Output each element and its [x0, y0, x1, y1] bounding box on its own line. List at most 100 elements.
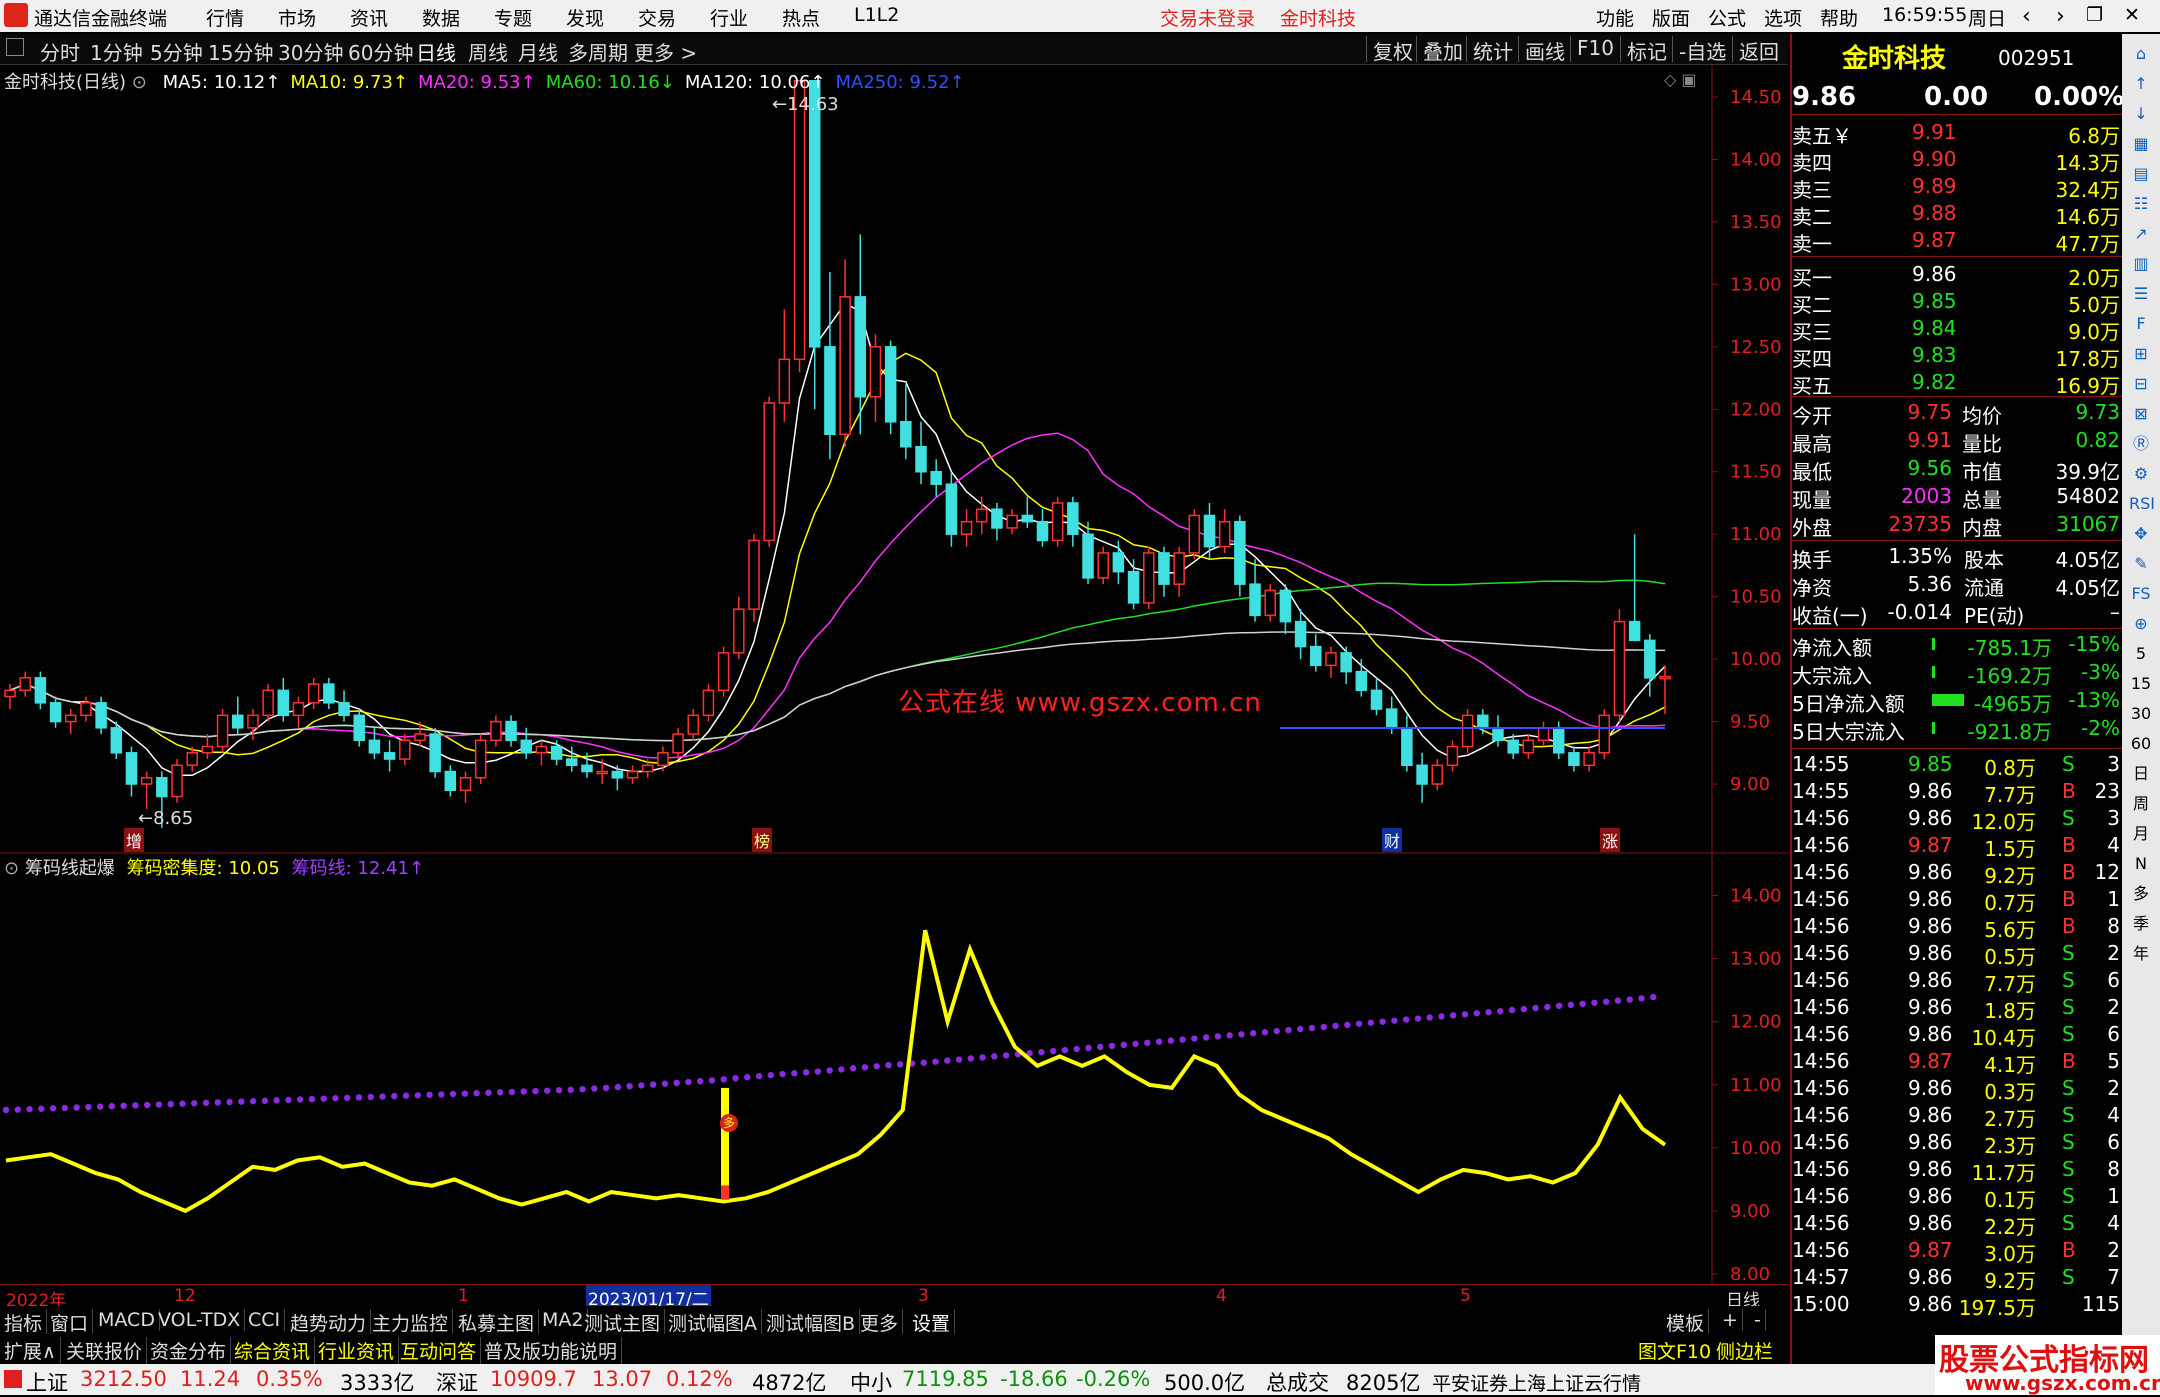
- candle[interactable]: [1552, 727, 1565, 754]
- indicator-subchart[interactable]: 14.00 13.00 12.00 11.00 10.00 9.00 8.00: [0, 854, 1788, 1284]
- menu-item-hangye[interactable]: 行业: [710, 4, 748, 31]
- tool-fuquan[interactable]: 复权: [1366, 36, 1419, 64]
- candle[interactable]: [247, 714, 259, 729]
- candle[interactable]: [201, 745, 214, 754]
- candle[interactable]: [930, 470, 942, 485]
- candle[interactable]: [611, 770, 624, 779]
- candle[interactable]: [216, 714, 229, 748]
- candle[interactable]: [596, 770, 608, 775]
- candle[interactable]: [1112, 552, 1125, 573]
- candle[interactable]: [459, 777, 472, 792]
- strip-icon-21[interactable]: 15: [2129, 672, 2153, 696]
- candle[interactable]: [717, 652, 730, 692]
- strip-icon-28[interactable]: 多: [2129, 882, 2153, 906]
- login-status[interactable]: 交易未登录: [1160, 4, 1255, 31]
- candle[interactable]: [505, 720, 517, 742]
- strip-icon-29[interactable]: 季: [2129, 912, 2153, 936]
- candle[interactable]: [1021, 514, 1034, 523]
- candle[interactable]: [277, 689, 290, 717]
- candle[interactable]: [95, 702, 107, 729]
- candle[interactable]: [444, 770, 457, 792]
- candle[interactable]: [490, 720, 502, 742]
- candle[interactable]: [975, 508, 988, 523]
- period-more[interactable]: 更多 >: [634, 37, 697, 66]
- candle[interactable]: [1218, 520, 1231, 548]
- candle[interactable]: [307, 683, 320, 704]
- event-marker-zhang[interactable]: 涨: [1600, 828, 1621, 852]
- candle[interactable]: [1294, 620, 1307, 648]
- indicator-tab-5[interactable]: 趋势动力: [290, 1309, 372, 1336]
- strip-icon-12[interactable]: ⊠: [2129, 402, 2153, 426]
- candle[interactable]: [1234, 520, 1246, 585]
- candle[interactable]: [1158, 552, 1170, 585]
- candle[interactable]: [1127, 570, 1140, 604]
- ext-tab-3[interactable]: 综合资讯: [234, 1337, 316, 1364]
- candle[interactable]: [641, 764, 654, 773]
- candle[interactable]: [1249, 583, 1261, 617]
- candle[interactable]: [1522, 739, 1535, 754]
- candle[interactable]: [900, 421, 912, 448]
- strip-icon-8[interactable]: ☰: [2129, 282, 2153, 306]
- indicator-tab-3[interactable]: VOL-TDX: [158, 1309, 246, 1331]
- candle[interactable]: [474, 739, 487, 779]
- candle[interactable]: [1477, 714, 1489, 729]
- candle[interactable]: [869, 346, 882, 398]
- candle[interactable]: [672, 733, 684, 754]
- candle[interactable]: [991, 508, 1003, 529]
- candle[interactable]: [1507, 739, 1519, 754]
- candle[interactable]: [1067, 502, 1079, 535]
- candle[interactable]: [1598, 714, 1611, 754]
- candle[interactable]: [748, 539, 760, 610]
- candle[interactable]: [793, 79, 806, 361]
- candle[interactable]: [581, 764, 593, 773]
- tool-fanhui[interactable]: 返回: [1732, 36, 1785, 64]
- candle[interactable]: [292, 702, 305, 717]
- strip-icon-19[interactable]: ⊕: [2129, 612, 2153, 636]
- menu-item-hangqing[interactable]: 行情: [206, 4, 244, 31]
- candle[interactable]: [1325, 652, 1337, 667]
- menu-item-bangzhu[interactable]: 帮助: [1820, 4, 1858, 31]
- period-15min[interactable]: 15分钟: [208, 37, 273, 66]
- menu-item-redian[interactable]: 热点: [782, 4, 820, 31]
- candle[interactable]: [4, 689, 16, 698]
- candle[interactable]: [1264, 589, 1276, 617]
- indicator-tab-6[interactable]: 主力监控: [372, 1309, 454, 1336]
- close-icon[interactable]: ✕: [2124, 4, 2140, 26]
- candle[interactable]: [1613, 620, 1626, 717]
- menu-item-faxian[interactable]: 发现: [566, 4, 604, 31]
- strip-icon-26[interactable]: 月: [2129, 822, 2153, 846]
- candle[interactable]: [1492, 727, 1504, 742]
- ext-tab-4[interactable]: 行业资讯: [318, 1337, 400, 1364]
- strip-icon-15[interactable]: RSI: [2129, 492, 2155, 516]
- period-fenshi[interactable]: 分时: [40, 37, 80, 66]
- ext-tab-0[interactable]: 扩展∧: [4, 1337, 61, 1364]
- menu-item-gongneng[interactable]: 功能: [1596, 4, 1634, 31]
- candle[interactable]: [687, 714, 700, 735]
- strip-icon-22[interactable]: 30: [2129, 702, 2153, 726]
- period-60min[interactable]: 60分钟: [348, 37, 413, 66]
- indicator-tab-14[interactable]: 模板: [1666, 1309, 1710, 1336]
- candle[interactable]: [368, 739, 381, 754]
- chart-settings-icon[interactable]: ◇ ▣: [1664, 70, 1697, 89]
- candle[interactable]: [566, 758, 578, 767]
- candle[interactable]: [80, 702, 92, 717]
- candle[interactable]: [808, 79, 821, 348]
- indicator-tab-2[interactable]: MACD: [98, 1309, 160, 1331]
- strip-icon-3[interactable]: ▦: [2129, 132, 2153, 156]
- candle[interactable]: [763, 402, 775, 542]
- strip-icon-1[interactable]: ↑: [2129, 72, 2153, 96]
- candle[interactable]: [1537, 727, 1550, 742]
- ext-tab-5[interactable]: 互动问答: [400, 1337, 482, 1364]
- idx1-name[interactable]: 上证: [26, 1367, 68, 1397]
- candle[interactable]: [1416, 764, 1428, 785]
- indicator-tab-12[interactable]: 更多: [860, 1309, 904, 1336]
- indicator-tab-7[interactable]: 私募主图: [458, 1309, 540, 1336]
- candle[interactable]: [535, 745, 548, 754]
- candle[interactable]: [156, 777, 168, 798]
- menu-item-zixun[interactable]: 资讯: [350, 4, 388, 31]
- ext-tab-2[interactable]: 资金分布: [150, 1337, 232, 1364]
- strip-icon-30[interactable]: 年: [2129, 942, 2153, 966]
- indicator-tab-16[interactable]: -: [1754, 1309, 1766, 1331]
- indicator-tab-9[interactable]: 测试主图: [584, 1309, 666, 1336]
- indicator-tab-11[interactable]: 测试幅图B: [766, 1309, 861, 1336]
